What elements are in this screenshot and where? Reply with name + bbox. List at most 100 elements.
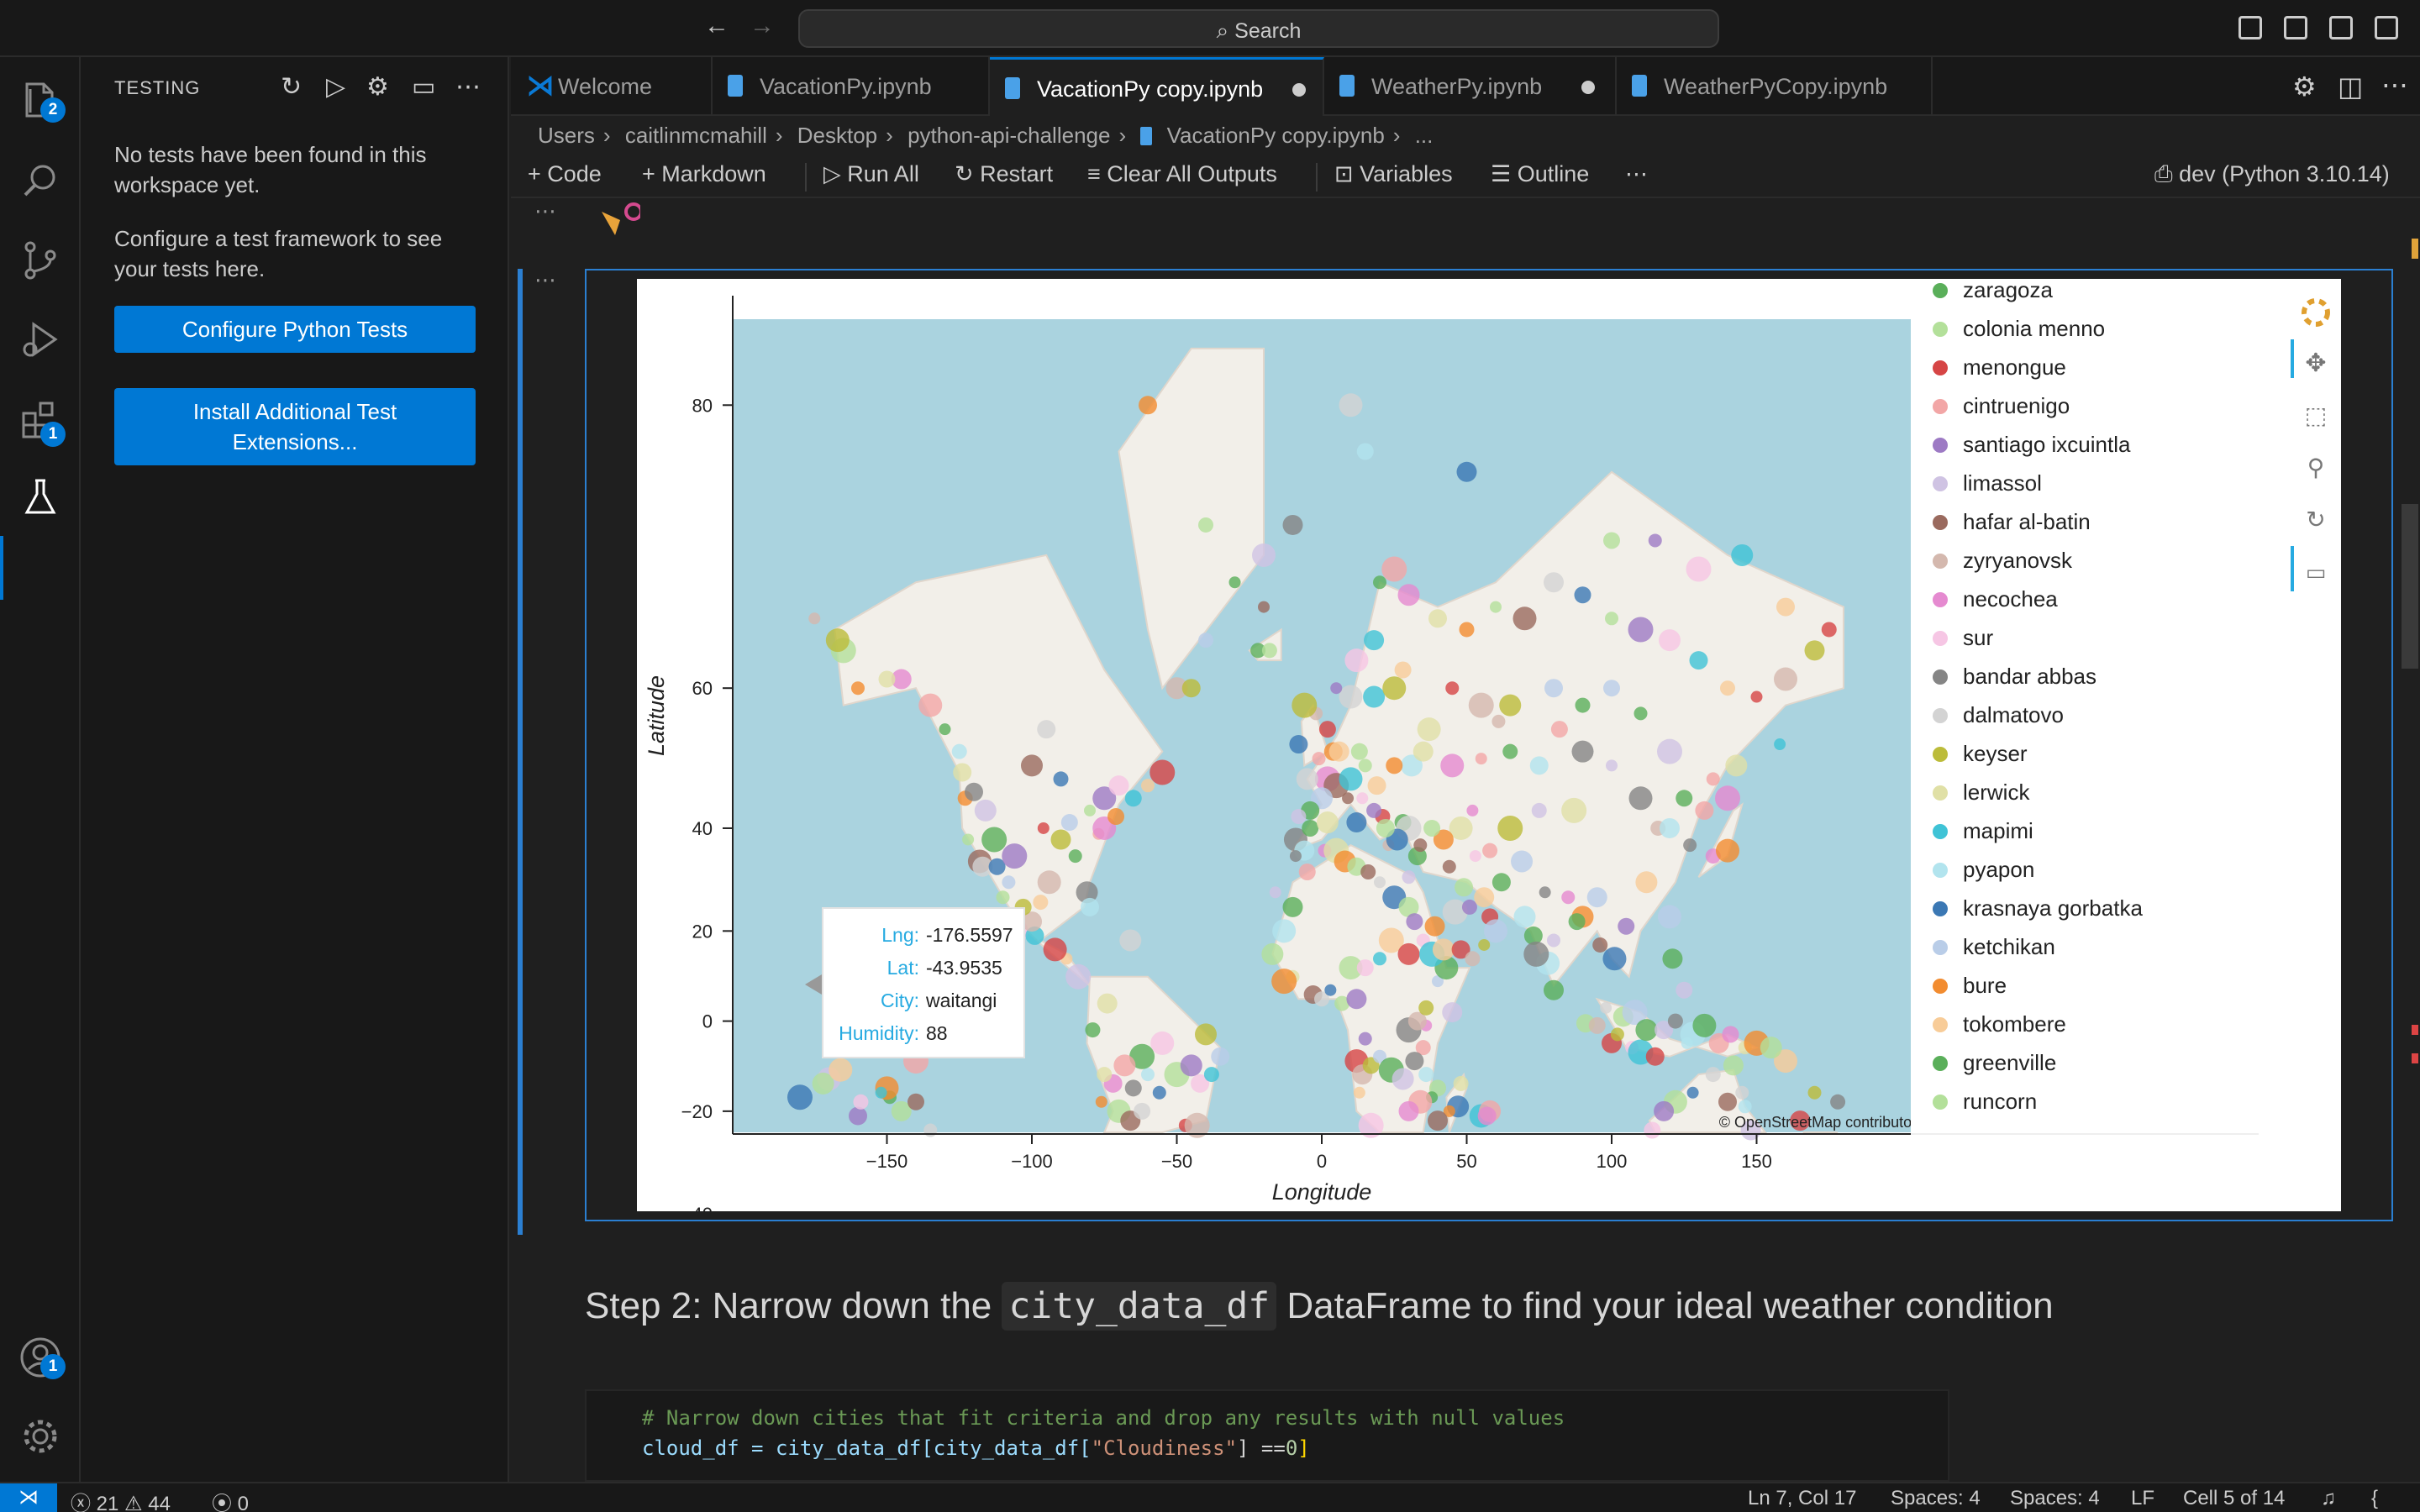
- city-point[interactable]: [1725, 754, 1748, 777]
- city-point[interactable]: [1618, 917, 1635, 935]
- testing-flask-icon[interactable]: [15, 472, 66, 522]
- city-point[interactable]: [1356, 792, 1369, 805]
- source-control-icon[interactable]: [15, 235, 66, 286]
- city-point[interactable]: [1468, 692, 1494, 718]
- city-point[interactable]: [829, 1058, 853, 1082]
- city-point[interactable]: [1413, 838, 1428, 853]
- wheel-zoom-tool-icon[interactable]: ⚲: [2307, 454, 2325, 480]
- city-point[interactable]: [1735, 1085, 1749, 1100]
- city-point[interactable]: [951, 743, 967, 759]
- city-point[interactable]: [1289, 850, 1302, 863]
- city-point[interactable]: [1296, 768, 1318, 790]
- city-point[interactable]: [1346, 989, 1367, 1010]
- city-point[interactable]: [1774, 738, 1786, 751]
- cell-indicator[interactable]: Cell 5 of 14: [2183, 1487, 2285, 1510]
- city-point[interactable]: [1428, 609, 1447, 628]
- city-point[interactable]: [849, 1106, 867, 1126]
- city-point[interactable]: [1328, 741, 1349, 762]
- city-point[interactable]: [1316, 811, 1339, 834]
- legend-item[interactable]: zyryanovsk: [1933, 548, 2072, 574]
- more-actions-icon[interactable]: ⋯: [2381, 69, 2408, 101]
- city-point[interactable]: [1445, 681, 1460, 696]
- city-point[interactable]: [1356, 959, 1374, 977]
- add-markdown-cell-button[interactable]: + Markdown: [642, 161, 766, 187]
- notebook-settings-gear-icon[interactable]: ⚙: [2292, 71, 2317, 102]
- toggle-secondary-sidebar-icon[interactable]: [2329, 16, 2353, 39]
- city-point[interactable]: [1574, 586, 1591, 604]
- city-point[interactable]: [1491, 714, 1506, 728]
- legend-item[interactable]: bandar abbas: [1933, 664, 2096, 690]
- city-point[interactable]: [1465, 951, 1481, 967]
- city-point[interactable]: [1060, 814, 1078, 832]
- city-point[interactable]: [1706, 772, 1720, 786]
- kernel-picker[interactable]: ⎙ dev (Python 3.10.14): [2154, 161, 2390, 188]
- city-point[interactable]: [1292, 692, 1318, 718]
- legend-item[interactable]: lerwick: [1933, 780, 2029, 806]
- city-point[interactable]: [1181, 679, 1201, 698]
- city-point[interactable]: [1037, 720, 1056, 739]
- city-point[interactable]: [1195, 1023, 1217, 1046]
- city-point[interactable]: [1466, 804, 1479, 816]
- city-point[interactable]: [1043, 937, 1067, 962]
- tab-weatherpy[interactable]: WeatherPy.ipynb: [1324, 57, 1617, 116]
- city-point[interactable]: [1654, 1100, 1675, 1121]
- city-point[interactable]: [1252, 543, 1276, 567]
- city-point[interactable]: [1456, 461, 1477, 482]
- city-point[interactable]: [1571, 740, 1594, 763]
- city-point[interactable]: [1731, 543, 1754, 566]
- city-point[interactable]: [1499, 694, 1522, 717]
- indentation-setting[interactable]: Spaces: 4: [1891, 1487, 1981, 1510]
- city-point[interactable]: [1475, 753, 1487, 765]
- legend-item[interactable]: runcorn: [1933, 1089, 2037, 1115]
- legend-item[interactable]: sur: [1933, 625, 1993, 651]
- city-point[interactable]: [1610, 1027, 1624, 1042]
- legend-item[interactable]: cintruenigo: [1933, 393, 2070, 419]
- command-center-search[interactable]: ⌕ Search: [798, 9, 1719, 48]
- city-point[interactable]: [1258, 601, 1270, 613]
- city-point[interactable]: [1423, 819, 1441, 837]
- notifications-bell-icon[interactable]: ♫: [2321, 1487, 2336, 1510]
- legend-item[interactable]: menongue: [1933, 354, 2066, 381]
- city-point[interactable]: [878, 670, 896, 688]
- debug-tests-icon[interactable]: ⚙: [366, 72, 389, 102]
- city-point[interactable]: [1366, 802, 1382, 818]
- city-point[interactable]: [1529, 756, 1549, 775]
- city-point[interactable]: [1689, 651, 1708, 670]
- city-point[interactable]: [1455, 878, 1474, 897]
- city-point[interactable]: [825, 628, 850, 653]
- legend-item[interactable]: bure: [1933, 973, 2007, 999]
- city-point[interactable]: [1402, 870, 1416, 885]
- city-point[interactable]: [851, 681, 865, 696]
- city-point[interactable]: [1695, 801, 1714, 820]
- city-point[interactable]: [1108, 775, 1129, 796]
- city-point[interactable]: [1065, 963, 1092, 990]
- tab-welcome[interactable]: ⋊ Welcome: [511, 57, 713, 116]
- city-point[interactable]: [1119, 929, 1142, 952]
- city-point[interactable]: [1139, 396, 1157, 415]
- city-point[interactable]: [974, 799, 997, 822]
- city-point[interactable]: [1203, 1067, 1219, 1083]
- city-point[interactable]: [1373, 575, 1386, 590]
- city-point[interactable]: [1523, 941, 1549, 967]
- city-point[interactable]: [1512, 606, 1537, 631]
- configure-python-tests-button[interactable]: Configure Python Tests: [114, 306, 476, 353]
- city-point[interactable]: [1346, 812, 1367, 833]
- city-point[interactable]: [1363, 685, 1386, 708]
- city-point[interactable]: [1681, 1037, 1693, 1049]
- city-point[interactable]: [1635, 1019, 1658, 1042]
- city-point[interactable]: [1397, 584, 1420, 606]
- city-point[interactable]: [1398, 1100, 1419, 1121]
- legend-item[interactable]: limassol: [1933, 470, 2042, 496]
- legend-item[interactable]: keyser: [1933, 741, 2028, 767]
- city-point[interactable]: [923, 1123, 938, 1137]
- city-point[interactable]: [1330, 682, 1343, 695]
- city-point[interactable]: [1289, 735, 1308, 754]
- add-code-cell-button[interactable]: + Code: [528, 161, 602, 187]
- settings-gear-icon[interactable]: [15, 1411, 66, 1462]
- city-point[interactable]: [1141, 1068, 1155, 1082]
- city-point[interactable]: [1394, 661, 1412, 679]
- city-point[interactable]: [808, 612, 821, 625]
- clear-all-outputs-button[interactable]: ≡ Clear All Outputs: [1087, 161, 1277, 187]
- run-debug-icon[interactable]: [15, 314, 66, 365]
- output-more-icon[interactable]: ⋯: [534, 267, 556, 293]
